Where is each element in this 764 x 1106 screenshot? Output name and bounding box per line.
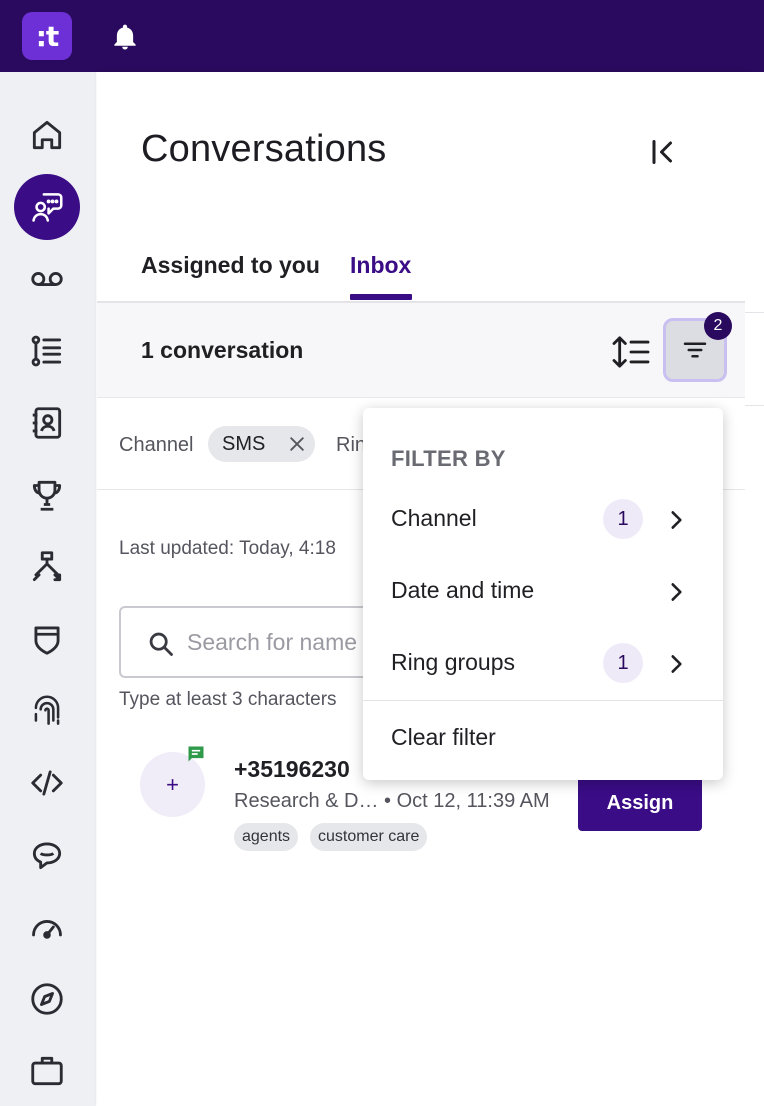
bell-icon[interactable] (110, 22, 140, 52)
sms-channel-icon (188, 746, 204, 762)
search-icon (149, 632, 173, 656)
app-logo[interactable]: :t (22, 12, 72, 60)
filter-dropdown-menu: FILTER BY Channel 1 Date and time Ring g… (363, 408, 723, 780)
sidebar-item-conversations[interactable] (14, 174, 80, 240)
compass-icon (31, 983, 63, 1015)
sidebar-item-performance[interactable] (14, 894, 80, 960)
filter-menu-item-channel[interactable]: Channel 1 (363, 489, 723, 549)
sidebar-item-chat-bot[interactable] (14, 822, 80, 888)
sidebar-item-explore[interactable] (14, 966, 80, 1032)
conversation-count-bar: 1 conversation 2 (97, 303, 745, 398)
gauge-icon (32, 920, 62, 939)
filter-menu-item-date-time[interactable]: Date and time (363, 561, 723, 621)
home-icon (32, 120, 62, 150)
sidebar-item-contacts[interactable] (14, 390, 80, 456)
menu-divider (363, 700, 723, 701)
search-hint: Type at least 3 characters (119, 689, 337, 710)
sidebar-item-lists[interactable] (14, 318, 80, 384)
top-bar: :t (0, 0, 764, 72)
sidebar-item-security[interactable] (14, 606, 80, 672)
tag-customer-care: customer care (310, 823, 428, 851)
sidebar-item-developer[interactable] (14, 750, 80, 816)
close-icon[interactable] (287, 434, 307, 454)
background-content (745, 72, 764, 1106)
filter-count-badge: 2 (704, 312, 732, 340)
active-tab-indicator (350, 294, 412, 300)
sidebar-item-trophy[interactable] (14, 462, 80, 528)
chat-bubble-icon (32, 842, 62, 870)
chevron-right-icon (671, 511, 682, 529)
fingerprint-icon (34, 695, 60, 725)
filter-menu-item-label: Date and time (391, 577, 535, 603)
divider (745, 405, 764, 406)
filter-count-badge: 1 (603, 643, 643, 683)
routing-icon (32, 551, 62, 582)
tab-assigned-to-you[interactable]: Assigned to you (141, 252, 320, 279)
chevron-right-icon (671, 583, 682, 601)
sidebar-item-work[interactable] (14, 1038, 80, 1104)
assign-button[interactable]: Assign (578, 776, 702, 831)
filter-count-badge: 1 (603, 499, 643, 539)
briefcase-icon (31, 1056, 63, 1086)
filter-by-heading: FILTER BY (391, 446, 506, 471)
last-updated-text: Last updated: Today, 4:18 (119, 538, 336, 559)
sms-chip-label: SMS (222, 432, 266, 455)
ring-groups-filter-label: Rin (336, 434, 367, 456)
conversation-count: 1 conversation (141, 337, 304, 363)
page-title: Conversations (141, 128, 387, 170)
sms-filter-chip[interactable]: SMS (208, 426, 315, 462)
tab-inbox[interactable]: Inbox (350, 252, 411, 279)
filter-menu-item-ring-groups[interactable]: Ring groups 1 (363, 633, 723, 693)
trophy-icon (32, 480, 62, 511)
tag-agents: agents (234, 823, 299, 851)
sidebar-item-routing[interactable] (14, 534, 80, 600)
conversation-phone: +35196230 (234, 756, 350, 782)
collapse-panel-icon[interactable] (645, 134, 681, 170)
conversation-meta: Research & D… • Oct 12, 11:39 AM (234, 790, 550, 812)
sort-icon[interactable] (611, 335, 651, 369)
code-icon (31, 770, 63, 796)
voicemail-icon (31, 272, 63, 286)
channel-filter-label: Channel (119, 434, 194, 456)
sidebar-item-home[interactable] (14, 102, 80, 168)
shield-icon (34, 626, 60, 655)
clear-filter-button[interactable]: Clear filter (391, 724, 496, 751)
filter-menu-item-label: Ring groups (391, 649, 516, 675)
chevron-right-icon (671, 655, 682, 673)
filter-icon (683, 342, 707, 358)
conversation-icon (32, 193, 63, 222)
filter-menu-item-label: Channel (391, 505, 477, 531)
sidebar-item-voicemail[interactable] (14, 246, 80, 312)
sidebar-item-fingerprint[interactable] (14, 678, 80, 744)
list-icon (31, 335, 62, 367)
contacts-icon (32, 407, 62, 439)
sidebar (0, 72, 96, 1106)
divider (745, 312, 764, 313)
